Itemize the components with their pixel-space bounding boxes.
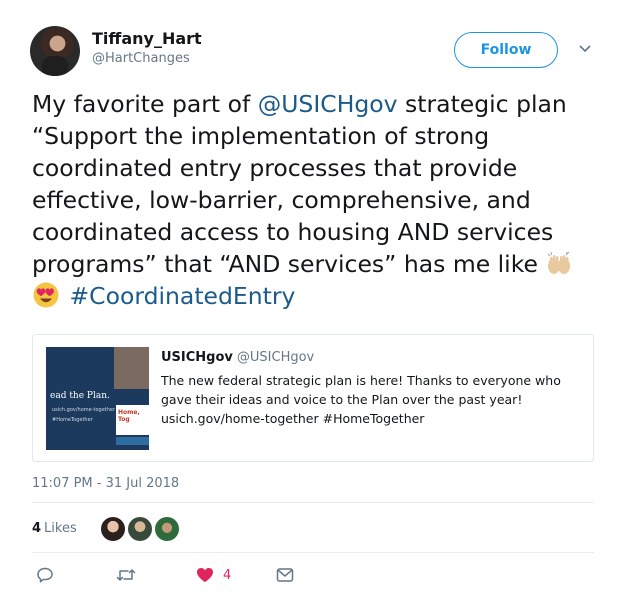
image-cover-title: Home, Tog [118, 409, 140, 423]
likes-number: 4 [32, 521, 42, 536]
image-photo [114, 347, 149, 389]
image-text-read-plan: ead the Plan. [50, 391, 110, 401]
user-handle[interactable]: @HartChanges [92, 50, 202, 68]
like-button[interactable]: 4 [196, 564, 231, 586]
quoted-handle[interactable]: @USICHgov [237, 350, 314, 365]
image-cover-bar [116, 437, 149, 445]
raising-hands-icon [548, 251, 571, 274]
direct-message-button[interactable] [276, 564, 294, 586]
reply-icon [37, 567, 53, 583]
liker-avatar[interactable] [154, 516, 180, 542]
heart-icon [197, 568, 213, 582]
retweet-icon [116, 569, 136, 581]
liker-avatar[interactable] [100, 516, 126, 542]
envelope-icon [276, 568, 294, 582]
quoted-tweet[interactable]: ead the Plan. usich.gov/home-together #H… [32, 334, 594, 462]
hashtag-link[interactable]: #CoordinatedEntry [69, 282, 295, 310]
quoted-tweet-text: The new federal strategic plan is here! … [161, 371, 571, 428]
likes-count[interactable]: 4 Likes [32, 521, 77, 536]
quoted-display-name[interactable]: USICHgov [161, 350, 233, 365]
heart-eyes-icon [33, 282, 59, 308]
tweet-actions: 4 [32, 564, 332, 588]
avatar[interactable] [30, 26, 80, 76]
divider [32, 502, 594, 503]
tweet-text-part1: My favorite part of [32, 90, 258, 118]
display-name[interactable]: Tiffany_Hart [92, 28, 202, 50]
user-names: Tiffany_Hart @HartChanges [92, 28, 202, 68]
tweet-header: Tiffany_Hart @HartChanges Follow [30, 24, 602, 76]
like-count: 4 [223, 567, 232, 583]
divider [32, 552, 594, 553]
retweet-button[interactable] [116, 564, 136, 586]
image-text-url: usich.gov/home-together [52, 407, 116, 413]
quoted-tweet-image[interactable]: ead the Plan. usich.gov/home-together #H… [46, 347, 149, 450]
quoted-text-line: gave their ideas and voice to the Plan o… [161, 392, 523, 407]
quoted-text-line: usich.gov/home-together #HomeTogether [161, 411, 425, 426]
reply-button[interactable] [36, 564, 54, 586]
image-text-hashtag: #HomeTogether [52, 417, 93, 423]
chevron-down-icon[interactable] [578, 42, 592, 56]
mention-link[interactable]: @USICHgov [258, 90, 398, 118]
quoted-tweet-header: USICHgov @USICHgov [161, 349, 314, 367]
tweet-text: My favorite part of @USICHgov strategic … [32, 88, 602, 312]
quoted-text-line: The new federal strategic plan is here! … [161, 373, 561, 388]
tweet-text-part2: strategic plan “Support the implementati… [32, 90, 567, 278]
likes-summary[interactable]: 4 Likes [32, 516, 332, 544]
likes-label: Likes [44, 521, 77, 536]
liker-avatar[interactable] [127, 516, 153, 542]
tweet-timestamp[interactable]: 11:07 PM - 31 Jul 2018 [32, 476, 179, 491]
follow-button[interactable]: Follow [454, 32, 558, 68]
